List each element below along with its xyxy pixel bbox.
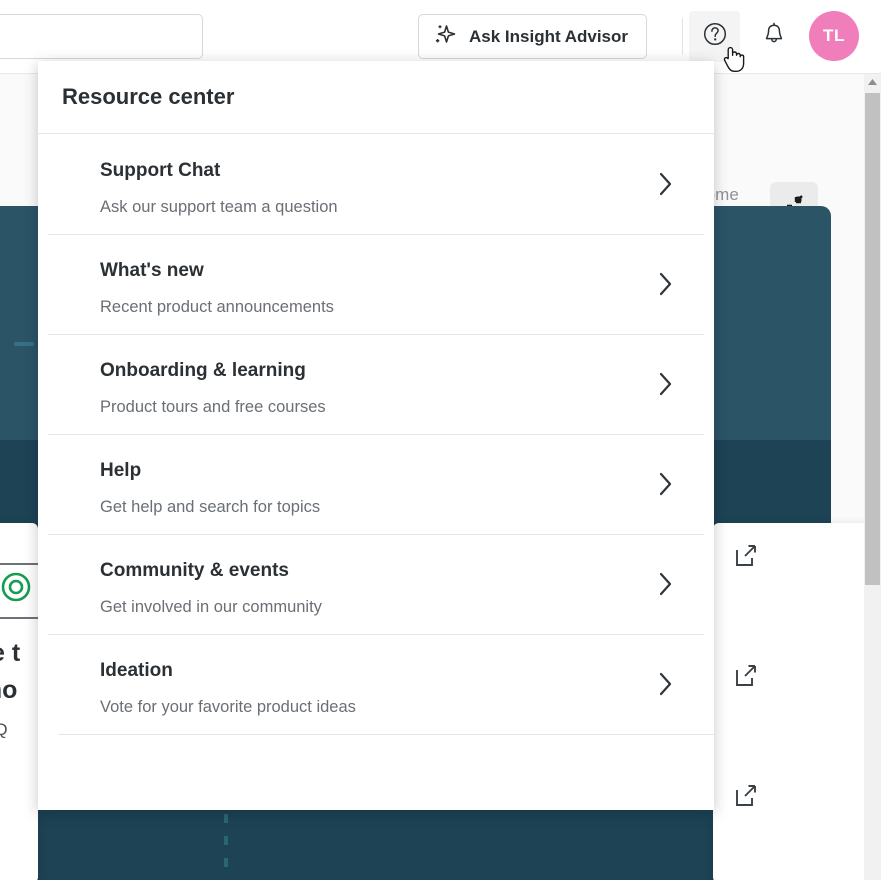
menu-item-description: Product tours and free courses [100, 398, 326, 416]
search-input[interactable] [0, 14, 203, 59]
app-root: lcome t o Q Ask Insight Advisor TL Resou… [0, 0, 881, 880]
vertical-scrollbar[interactable] [864, 73, 881, 880]
menu-item-title: Help [100, 460, 142, 481]
menu-item-title: Onboarding & learning [100, 360, 306, 381]
chevron-right-icon [618, 334, 714, 434]
list-item[interactable] [713, 785, 881, 825]
menu-item-description: Get help and search for topics [100, 498, 321, 516]
menu-item-whats-new[interactable]: What's new Recent product announcements [38, 234, 714, 334]
promo-subtitle: hat Q can [0, 720, 8, 739]
chevron-right-icon [618, 434, 714, 534]
promo-card[interactable]: ore t emo hat Q can [0, 523, 38, 880]
external-link-icon [735, 785, 757, 812]
menu-item-onboarding-learning[interactable]: Onboarding & learning Product tours and … [38, 334, 714, 434]
resource-center-title: Resource center [62, 84, 235, 109]
menu-item-description: Get involved in our community [100, 598, 322, 616]
resource-center-list: Support Chat Ask our support team a ques… [38, 134, 714, 735]
chevron-right-icon [618, 534, 714, 634]
resource-center-menu: Resource center Support Chat Ask our sup… [38, 61, 714, 810]
chevron-right-icon [618, 134, 714, 234]
menu-item-title: Support Chat [100, 160, 221, 181]
list-item[interactable] [713, 665, 881, 705]
menu-item-ideation[interactable]: Ideation Vote for your favorite product … [38, 634, 714, 734]
bell-icon [761, 21, 787, 52]
menu-bottom-divider [58, 734, 714, 735]
menu-item-title: Ideation [100, 660, 173, 681]
menu-item-title: What's new [100, 260, 204, 281]
external-link-icon [735, 665, 757, 692]
avatar-initials: TL [823, 26, 845, 45]
dashboard-chart-icon [1, 572, 31, 602]
menu-item-description: Ask our support team a question [100, 198, 338, 216]
menu-item-support-chat[interactable]: Support Chat Ask our support team a ques… [38, 134, 714, 234]
menu-item-title: Community & events [100, 560, 289, 581]
header-divider [682, 18, 683, 55]
quick-links-card: ue [615, 523, 881, 880]
menu-item-community-events[interactable]: Community & events Get involved in our c… [38, 534, 714, 634]
list-item[interactable]: ue [615, 545, 881, 626]
ask-insight-advisor-label: Ask Insight Advisor [469, 26, 629, 46]
promo-title: ore t emo [0, 639, 21, 704]
external-link-icon [735, 545, 757, 572]
scrollbar-thumb[interactable] [865, 93, 880, 585]
sparkle-icon [433, 22, 458, 52]
user-avatar[interactable]: TL [809, 11, 859, 61]
help-button[interactable] [689, 11, 740, 62]
resource-center-header: Resource center [38, 61, 714, 134]
notifications-button[interactable] [748, 11, 799, 62]
menu-item-help[interactable]: Help Get help and search for topics [38, 434, 714, 534]
question-circle-icon [702, 21, 728, 52]
menu-item-description: Recent product announcements [100, 298, 334, 316]
ask-insight-advisor-button[interactable]: Ask Insight Advisor [418, 14, 648, 59]
chevron-right-icon [618, 634, 714, 734]
promo-thumbnail [0, 563, 38, 619]
chevron-right-icon [618, 234, 714, 334]
scroll-up-arrow-icon[interactable] [864, 73, 881, 90]
menu-item-description: Vote for your favorite product ideas [100, 698, 356, 716]
